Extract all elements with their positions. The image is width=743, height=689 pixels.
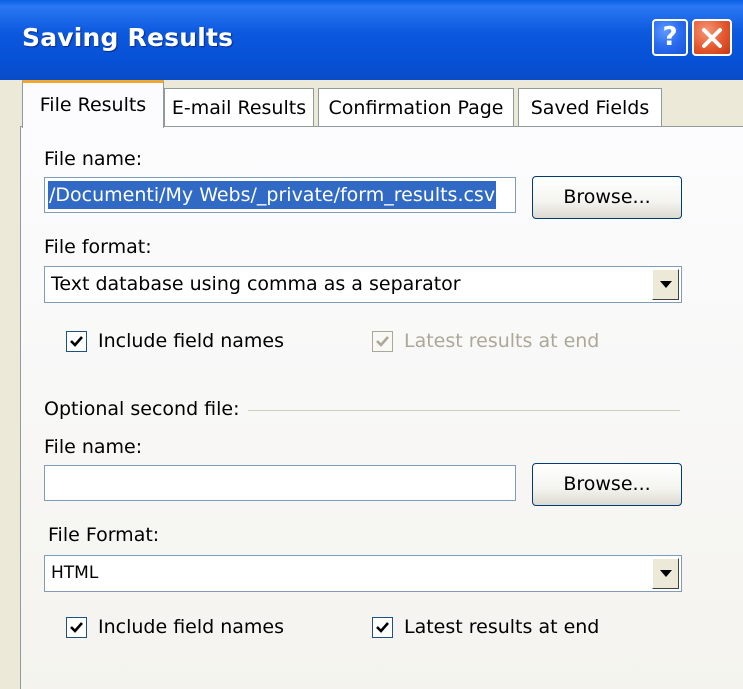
include-field-names-label: Include field names bbox=[98, 330, 285, 352]
saving-results-dialog: Saving Results ? File Results E-mail Res… bbox=[0, 0, 743, 689]
second-include-field-names-label: Include field names bbox=[98, 616, 285, 638]
second-include-field-names-checkbox[interactable] bbox=[66, 617, 87, 638]
tab-label: File Results bbox=[39, 94, 147, 116]
second-file-name-label: File name: bbox=[44, 436, 143, 458]
file-format-label: File format: bbox=[44, 236, 152, 258]
latest-results-checkbox bbox=[372, 331, 393, 352]
latest-results-label: Latest results at end bbox=[404, 330, 600, 352]
file-name-label: File name: bbox=[44, 148, 143, 170]
checkmark-icon bbox=[376, 622, 389, 633]
second-file-name-input[interactable] bbox=[44, 465, 516, 501]
title-bar[interactable]: Saving Results ? bbox=[0, 0, 743, 80]
file-format-select[interactable]: Text database using comma as a separator bbox=[44, 266, 682, 303]
dropdown-button[interactable] bbox=[652, 269, 679, 300]
checkmark-icon bbox=[70, 622, 83, 633]
file-format-value: Text database using comma as a separator bbox=[51, 273, 461, 295]
tab-label: Saved Fields bbox=[530, 97, 650, 119]
tab-file-results[interactable]: File Results bbox=[22, 80, 164, 128]
tab-email-results[interactable]: E-mail Results bbox=[164, 88, 314, 127]
window-title: Saving Results bbox=[22, 23, 234, 52]
second-browse-button[interactable]: Browse... bbox=[532, 463, 682, 506]
group-divider bbox=[248, 410, 680, 411]
close-button[interactable] bbox=[692, 19, 732, 56]
browse-button[interactable]: Browse... bbox=[532, 176, 682, 219]
second-file-format-value: HTML bbox=[51, 563, 99, 583]
file-name-value: /Documenti/My Webs/_private/form_results… bbox=[48, 181, 497, 209]
help-button[interactable]: ? bbox=[652, 19, 688, 56]
tab-confirmation-page[interactable]: Confirmation Page bbox=[318, 88, 514, 127]
second-latest-results-checkbox[interactable] bbox=[372, 617, 393, 638]
second-latest-results-label: Latest results at end bbox=[404, 616, 600, 638]
tab-label: E-mail Results bbox=[171, 97, 307, 119]
chevron-down-icon bbox=[660, 570, 672, 577]
include-field-names-checkbox[interactable] bbox=[66, 331, 87, 352]
second-browse-label: Browse... bbox=[563, 473, 651, 495]
chevron-down-icon bbox=[660, 281, 672, 288]
browse-label: Browse... bbox=[563, 186, 651, 208]
second-dropdown-button[interactable] bbox=[652, 558, 679, 589]
optional-second-file-label: Optional second file: bbox=[44, 398, 240, 420]
second-file-format-label: File Format: bbox=[48, 524, 160, 546]
checkmark-icon bbox=[70, 336, 83, 347]
checkmark-icon bbox=[376, 336, 389, 347]
help-icon: ? bbox=[662, 22, 678, 52]
file-name-input[interactable]: /Documenti/My Webs/_private/form_results… bbox=[44, 177, 516, 213]
close-icon bbox=[702, 28, 722, 48]
tab-saved-fields[interactable]: Saved Fields bbox=[518, 88, 662, 127]
second-file-format-select[interactable]: HTML bbox=[44, 555, 682, 592]
tab-label: Confirmation Page bbox=[328, 97, 504, 119]
